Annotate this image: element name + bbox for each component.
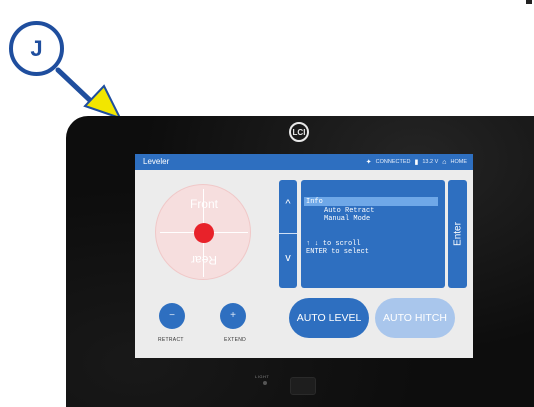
- retract-label: RETRACT: [158, 337, 184, 343]
- connection-status: CONNECTED: [375, 159, 411, 165]
- menu-item-manual-mode[interactable]: Manual Mode: [324, 215, 370, 223]
- level-bubble: [194, 223, 214, 243]
- touch-screen: Leveler ✦ CONNECTED ▮ 13.2 V ⌂ HOME Fron…: [135, 154, 473, 358]
- extend-label: EXTEND: [224, 337, 247, 343]
- battery-icon: ▮: [414, 159, 419, 166]
- front-label: Front: [189, 197, 218, 211]
- corner-mark: [526, 0, 532, 4]
- menu-selection-highlight: [304, 197, 438, 206]
- enter-button[interactable]: Enter: [448, 180, 467, 288]
- extend-button[interactable]: +: [220, 303, 246, 329]
- light-sensor-label: LIGHT: [255, 374, 270, 379]
- mode-menu: Info Auto Retract Manual Mode ↑ ↓ to scr…: [301, 180, 445, 288]
- rear-label: Rear: [191, 253, 218, 267]
- status-area: ✦ CONNECTED ▮ 13.2 V ⌂ HOME: [365, 158, 468, 167]
- home-link[interactable]: HOME: [451, 159, 468, 165]
- enter-label: Enter: [452, 222, 463, 246]
- callout-letter: J: [30, 35, 43, 61]
- auto-hitch-button[interactable]: AUTO HITCH: [375, 298, 455, 338]
- menu-item-info[interactable]: Info: [306, 198, 323, 206]
- arrow-head-icon: [83, 84, 122, 120]
- voltage-readout: 13.2 V: [422, 159, 439, 165]
- page-title: Leveler: [143, 157, 170, 166]
- bluetooth-icon: ✦: [365, 159, 372, 166]
- title-bar: Leveler ✦ CONNECTED ▮ 13.2 V ⌂ HOME: [135, 154, 473, 170]
- home-icon[interactable]: ⌂: [442, 159, 446, 166]
- logo-text: LCI: [292, 127, 306, 137]
- menu-item-auto-retract[interactable]: Auto Retract: [324, 207, 374, 215]
- retract-button[interactable]: −: [159, 303, 185, 329]
- sensor-dot: [263, 381, 267, 385]
- brand-logo-icon: LCI: [289, 122, 309, 142]
- level-indicator: Front Rear: [155, 184, 251, 280]
- sensor-window: [290, 377, 316, 395]
- menu-hint-scroll: ↑ ↓ to scroll: [306, 240, 361, 248]
- divider: [279, 233, 297, 234]
- callout-badge: J: [9, 21, 64, 76]
- menu-hint-select: ENTER to select: [306, 248, 370, 256]
- scroll-down-button[interactable]: v: [279, 252, 297, 264]
- scroll-up-button[interactable]: ^: [279, 198, 297, 210]
- scroll-buttons: ^ v: [279, 180, 297, 288]
- auto-level-button[interactable]: AUTO LEVEL: [289, 298, 369, 338]
